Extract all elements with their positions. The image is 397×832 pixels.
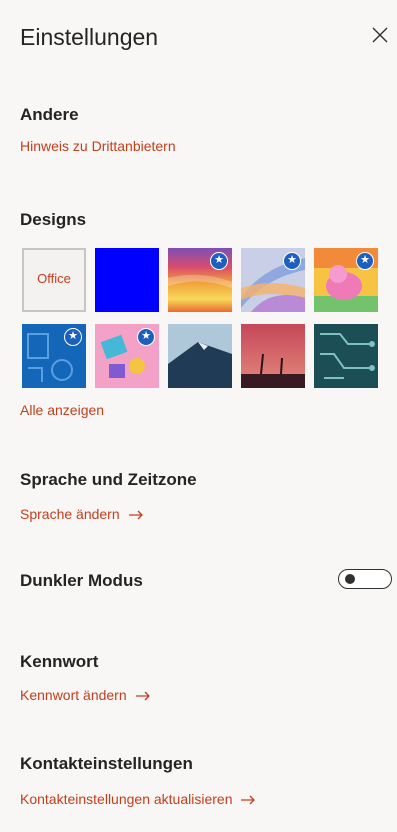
- premium-star-icon: ★: [210, 252, 228, 270]
- theme-tile-mountain[interactable]: [168, 324, 232, 388]
- change-password-link[interactable]: Kennwort ändern: [20, 687, 151, 703]
- arrow-right-icon: [241, 795, 256, 805]
- close-icon[interactable]: [369, 24, 391, 46]
- theme-tile-circuit-teal[interactable]: [314, 324, 378, 388]
- section-heading-password: Kennwort: [20, 652, 99, 671]
- section-heading-language: Sprache und Zeitzone: [20, 470, 197, 489]
- theme-tile-unicorn[interactable]: ★: [314, 248, 378, 312]
- update-contact-settings-label: Kontakteinstellungen aktualisieren: [20, 791, 233, 807]
- theme-tile-blue[interactable]: [95, 248, 159, 312]
- change-language-label: Sprache ändern: [20, 506, 120, 522]
- change-password-label: Kennwort ändern: [20, 687, 127, 703]
- premium-star-icon: ★: [137, 328, 155, 346]
- section-heading-designs: Designs: [20, 210, 87, 229]
- arrow-right-icon: [135, 691, 150, 701]
- theme-tile-pink-pattern[interactable]: ★: [95, 324, 159, 388]
- section-heading-andere: Andere: [20, 105, 79, 124]
- theme-tile-rainbow[interactable]: ★: [168, 248, 232, 312]
- section-heading-contact: Kontakteinstellungen: [20, 754, 193, 773]
- theme-tile-office[interactable]: Office: [22, 248, 86, 312]
- section-heading-dark-mode: Dunkler Modus: [20, 571, 143, 590]
- premium-star-icon: ★: [283, 252, 301, 270]
- arrow-right-icon: [128, 510, 143, 520]
- panel-title: Einstellungen: [20, 24, 159, 50]
- theme-tile-waves[interactable]: ★: [241, 248, 305, 312]
- premium-star-icon: ★: [356, 252, 374, 270]
- theme-tile-palms[interactable]: [241, 324, 305, 388]
- toggle-knob: [345, 574, 355, 584]
- premium-star-icon: ★: [64, 328, 82, 346]
- theme-tile-circuit-blue[interactable]: ★: [22, 324, 86, 388]
- third-party-notice-link[interactable]: Hinweis zu Drittanbietern: [20, 138, 176, 154]
- show-all-themes-link[interactable]: Alle anzeigen: [20, 402, 104, 418]
- change-language-link[interactable]: Sprache ändern: [20, 506, 144, 522]
- dark-mode-toggle[interactable]: [338, 569, 392, 589]
- theme-office-label: Office: [37, 271, 71, 286]
- update-contact-settings-link[interactable]: Kontakteinstellungen aktualisieren: [20, 791, 256, 807]
